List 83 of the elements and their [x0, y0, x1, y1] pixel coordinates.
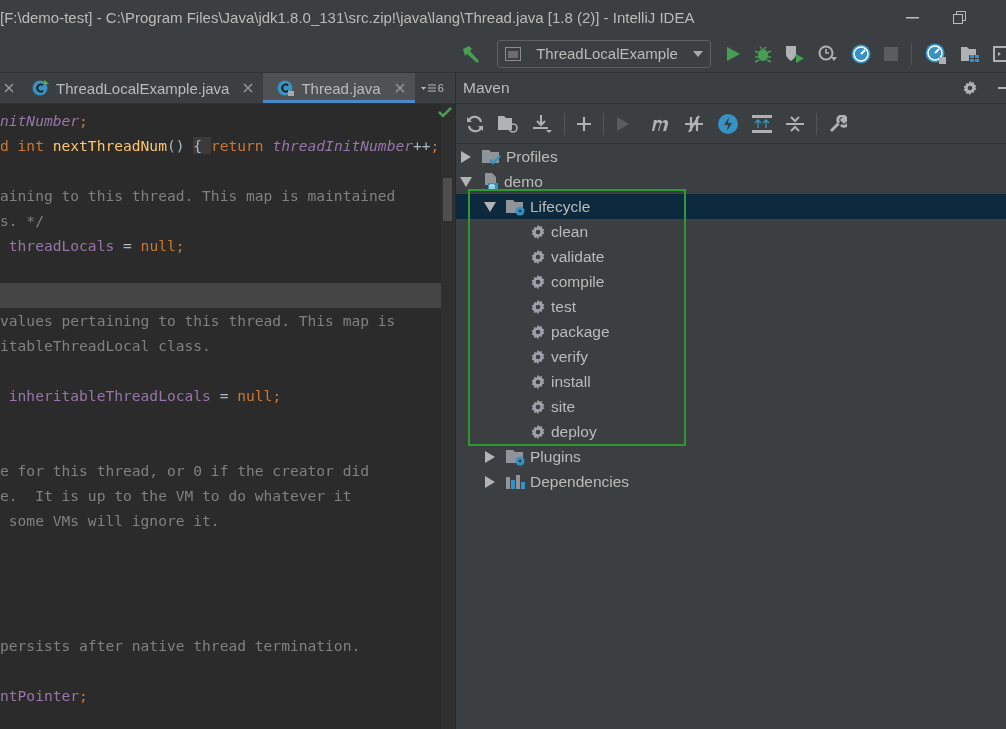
tree-item[interactable]: verify [456, 344, 1006, 369]
gear-icon [530, 398, 546, 415]
code-line: s. */ [0, 212, 44, 229]
run-configuration-dropdown[interactable]: ThreadLocalExample [497, 39, 711, 68]
panel-title: Maven [463, 79, 511, 97]
bug-icon[interactable] [754, 44, 772, 63]
folder-grid-icon[interactable] [960, 44, 980, 63]
clock-run-icon[interactable] [818, 44, 838, 63]
gear-icon [530, 273, 546, 290]
bar-chart-icon [506, 472, 525, 491]
code-line: itableThreadLocal class. [0, 337, 211, 354]
tree-item[interactable]: site [456, 394, 1006, 419]
gear-icon [530, 298, 546, 315]
maven-file-icon [482, 172, 499, 191]
restore-icon[interactable] [953, 11, 966, 24]
tree-item[interactable]: Dependencies [456, 469, 1006, 494]
expand-arrow-icon[interactable] [485, 475, 495, 488]
gauge-icon[interactable] [925, 42, 947, 65]
code-line: nitNumber; [0, 112, 88, 129]
gear-icon [530, 248, 546, 265]
code-line: inheritableThreadLocals = null; [7, 387, 282, 404]
folder-check-icon [482, 147, 501, 166]
window-icon[interactable] [993, 45, 1006, 62]
tree-item[interactable]: compile [456, 269, 1006, 294]
folder-gear-icon [506, 197, 525, 216]
tree-item[interactable]: validate [456, 244, 1006, 269]
check-icon [438, 107, 452, 118]
code-line: aining to this thread. This map is maintained [0, 187, 396, 204]
gear-icon [530, 423, 546, 440]
tree-item[interactable]: clean [456, 219, 1006, 244]
code-line: persists after native thread termination. [0, 637, 361, 654]
folder-refresh-icon[interactable] [498, 114, 518, 133]
run-icon[interactable] [725, 45, 741, 62]
gear-icon [530, 348, 546, 365]
tree-item[interactable]: demo [456, 169, 1006, 194]
gear-icon [530, 323, 546, 340]
list-icon [420, 83, 437, 93]
expand-arrow-icon[interactable] [485, 450, 495, 463]
tab-overflow-button[interactable]: 6 [414, 73, 450, 103]
minimize-icon[interactable] [906, 16, 919, 19]
tree-item[interactable]: Profiles [456, 144, 1006, 169]
expand-icon[interactable] [752, 114, 772, 133]
class-icon [32, 79, 50, 97]
code-line: values pertaining to this thread. This map is [0, 312, 396, 329]
file-tab[interactable]: ThreadLocalExample.java [18, 73, 264, 103]
code-line: e. It is up to the VM to do whatever it [0, 487, 352, 504]
tree-item[interactable]: test [456, 294, 1006, 319]
folder-gear-icon [506, 447, 525, 466]
code-line: e for this thread, or 0 if the creator did [0, 462, 370, 479]
close-icon[interactable] [4, 83, 14, 93]
tree-item[interactable]: Lifecycle [456, 194, 1006, 219]
download-icon[interactable] [532, 114, 552, 133]
collapse-arrow-icon[interactable] [460, 176, 472, 187]
window-title: [F:\demo-test] - C:\Program Files\Java\jdk1.8.0_131\src.zip!\java\lang\Thread.java [1.8 (2)] - IntelliJ IDEA [0, 9, 696, 26]
scrollbar-thumb[interactable] [443, 178, 452, 221]
refresh-icon[interactable] [466, 114, 484, 133]
close-icon[interactable] [394, 83, 405, 93]
shield-run-icon[interactable] [785, 44, 805, 63]
code-line: threadLocals = null; [7, 237, 185, 254]
collapse-arrow-icon[interactable] [484, 201, 496, 212]
tree-item[interactable]: Plugins [456, 444, 1006, 469]
tree-item[interactable]: package [456, 319, 1006, 344]
code-line: d int nextThreadNum() { return threadInitNumber++; [0, 137, 440, 154]
class-icon [277, 79, 296, 97]
expand-arrow-icon[interactable] [461, 150, 471, 163]
skip-tests-icon[interactable] [684, 114, 704, 133]
gear-icon [530, 223, 546, 240]
window-icon [505, 46, 521, 61]
caret-icon [693, 50, 703, 57]
settings-icon[interactable] [962, 80, 978, 96]
plus-icon[interactable] [577, 116, 591, 131]
code-line: some VMs will ignore it. [7, 512, 220, 529]
lightning-icon[interactable] [718, 113, 738, 134]
hammer-icon[interactable] [461, 44, 481, 63]
gear-icon [530, 373, 546, 390]
wrench-icon[interactable] [829, 114, 847, 133]
gauge-icon[interactable] [851, 43, 871, 64]
code-line: ntPointer; [0, 687, 88, 704]
collapse-icon[interactable] [786, 114, 804, 133]
close-icon[interactable] [243, 83, 254, 93]
tree-item[interactable]: deploy [456, 419, 1006, 444]
file-tab[interactable]: Thread.java [263, 73, 415, 103]
tree-item[interactable]: install [456, 369, 1006, 394]
